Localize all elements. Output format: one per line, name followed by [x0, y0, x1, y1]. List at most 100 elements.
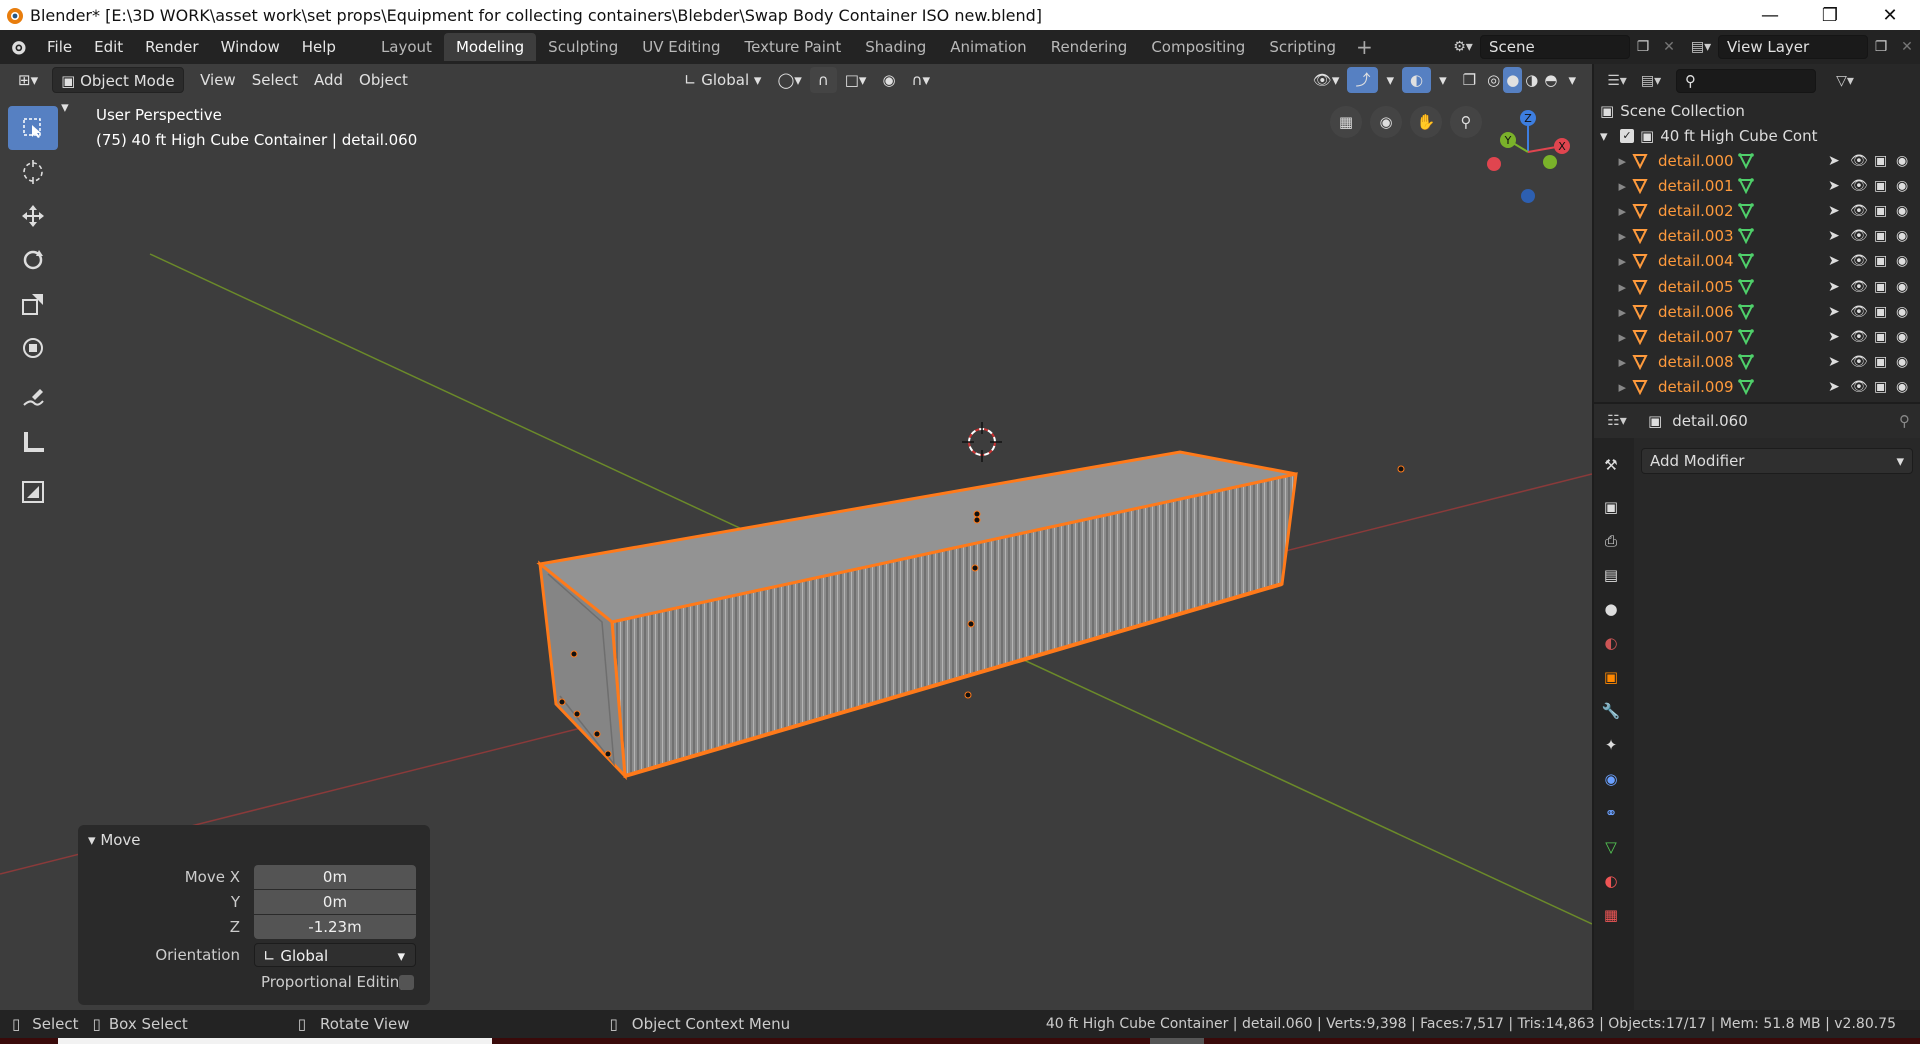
render-tab-icon[interactable]: ▣ [1594, 490, 1628, 524]
expand-arrow-icon[interactable]: ▸ [1594, 252, 1632, 270]
menu-window[interactable]: Window [210, 33, 291, 61]
tab-rendering[interactable]: Rendering [1039, 33, 1140, 61]
outliner-item[interactable]: ▸ detail.004 ➤ 👁 ▣ ◉ [1594, 249, 1920, 274]
expand-arrow-icon[interactable]: ▸ [1594, 227, 1632, 245]
expand-arrow-icon[interactable]: ▸ [1594, 353, 1632, 371]
tool-tab-icon[interactable]: ⚒ [1594, 448, 1628, 482]
monitor-icon[interactable]: ▣ [1874, 379, 1887, 395]
camera-icon[interactable]: ◉ [1370, 106, 1402, 138]
menu-object[interactable]: Object [351, 67, 416, 93]
selectable-arrow-icon[interactable]: ➤ [1828, 329, 1840, 345]
xray-icon[interactable]: ❐ [1455, 67, 1484, 93]
delete-view-layer-icon[interactable]: ✕ [1894, 35, 1920, 59]
restore-button[interactable]: ❐ [1800, 0, 1860, 30]
monitor-icon[interactable]: ▣ [1874, 304, 1887, 320]
outliner-search-input[interactable]: ⚲ [1676, 69, 1816, 93]
selectable-arrow-icon[interactable]: ➤ [1828, 253, 1840, 269]
outliner-item[interactable]: ▸ detail.000 ➤ 👁 ▣ ◉ [1594, 148, 1920, 173]
collection-row[interactable]: ▾ ✓ ▣ 40 ft High Cube Contai [1594, 123, 1920, 148]
material-shading-icon[interactable]: ◑ [1522, 67, 1541, 93]
eye-icon[interactable]: 👁 [1850, 329, 1868, 345]
outliner-item[interactable]: ▸ detail.007 ➤ 👁 ▣ ◉ [1594, 324, 1920, 349]
gizmo-toggle-icon[interactable]: ⤴ [1347, 67, 1379, 93]
outliner-item[interactable]: ▸ detail.003 ➤ 👁 ▣ ◉ [1594, 224, 1920, 249]
select-box-icon[interactable] [8, 106, 58, 150]
view-layer-browse-icon[interactable]: ▤▾ [1688, 35, 1714, 59]
eye-icon[interactable]: 👁 [1850, 153, 1868, 169]
visibility-icon[interactable]: 👁▾ [1305, 67, 1348, 93]
tab-scripting[interactable]: Scripting [1257, 33, 1348, 61]
expand-arrow-icon[interactable]: ▸ [1594, 328, 1632, 346]
rotate-icon[interactable] [8, 238, 58, 282]
outliner-item[interactable]: ▸ detail.005 ➤ 👁 ▣ ◉ [1594, 274, 1920, 299]
camera-render-icon[interactable]: ◉ [1896, 279, 1908, 295]
tab-animation[interactable]: Animation [938, 33, 1038, 61]
rendered-shading-icon[interactable]: ◓ [1541, 67, 1560, 93]
outliner-item[interactable]: ▸ detail.002 ➤ 👁 ▣ ◉ [1594, 198, 1920, 223]
monitor-icon[interactable]: ▣ [1874, 203, 1887, 219]
selectable-arrow-icon[interactable]: ➤ [1828, 279, 1840, 295]
material-tab-icon[interactable]: ◐ [1594, 864, 1628, 898]
expand-arrow-icon[interactable]: ▸ [1594, 177, 1632, 195]
shading-dropdown-icon[interactable]: ▾ [1560, 67, 1584, 93]
menu-view[interactable]: View [192, 67, 244, 93]
minimize-button[interactable]: — [1740, 0, 1800, 30]
eye-icon[interactable]: 👁 [1850, 279, 1868, 295]
camera-render-icon[interactable]: ◉ [1896, 153, 1908, 169]
monitor-icon[interactable]: ▣ [1874, 329, 1887, 345]
expand-arrow-icon[interactable]: ▸ [1594, 152, 1632, 170]
new-scene-icon[interactable]: ❐ [1630, 35, 1656, 59]
tab-compositing[interactable]: Compositing [1139, 33, 1257, 61]
expand-arrow-icon[interactable]: ▸ [1594, 378, 1632, 396]
eye-icon[interactable]: 👁 [1850, 253, 1868, 269]
world-tab-icon[interactable]: ◐ [1594, 626, 1628, 660]
move-x-field[interactable]: 0m [254, 865, 416, 889]
scene-tab-icon[interactable]: ● [1594, 592, 1628, 626]
hand-icon[interactable]: ✋ [1410, 106, 1442, 138]
mesh-data-icon[interactable] [1738, 379, 1754, 396]
expand-arrow-icon[interactable]: ▾ [1600, 127, 1616, 145]
tab-sculpting[interactable]: Sculpting [536, 33, 630, 61]
camera-render-icon[interactable]: ◉ [1896, 354, 1908, 370]
wrench-icon[interactable]: 🔧 [1594, 694, 1628, 728]
camera-render-icon[interactable]: ◉ [1896, 203, 1908, 219]
orientation-select[interactable]: ∟ Global ▾ [254, 943, 416, 967]
add-modifier-dropdown[interactable]: Add Modifier ▾ [1641, 448, 1913, 474]
selectable-arrow-icon[interactable]: ➤ [1828, 153, 1840, 169]
axis-gizmo[interactable]: Z Y X [1478, 104, 1574, 204]
move-icon[interactable] [8, 194, 58, 238]
expand-arrow-icon[interactable]: ▸ [1594, 303, 1632, 321]
expand-arrow-icon[interactable]: ▸ [1594, 278, 1632, 296]
eye-icon[interactable]: 👁 [1850, 304, 1868, 320]
camera-render-icon[interactable]: ◉ [1896, 253, 1908, 269]
monitor-icon[interactable]: ▣ [1874, 253, 1887, 269]
expand-arrow-icon[interactable]: ▸ [1594, 202, 1632, 220]
3d-viewport[interactable]: ⊞▾ ▣ Object Mode ▾ View Select Add Objec… [0, 64, 1592, 1010]
selectable-arrow-icon[interactable]: ➤ [1828, 379, 1840, 395]
output-tab-icon[interactable]: ⎙ [1594, 524, 1628, 558]
tab-uv-editing[interactable]: UV Editing [630, 33, 732, 61]
outliner-item[interactable]: ▸ detail.006 ➤ 👁 ▣ ◉ [1594, 299, 1920, 324]
object-tab-icon[interactable]: ▣ [1594, 660, 1628, 694]
snap-icon[interactable]: ∩ [809, 67, 837, 93]
menu-render[interactable]: Render [134, 33, 209, 61]
blender-menu-icon[interactable] [0, 37, 36, 57]
move-y-field[interactable]: 0m [254, 890, 416, 914]
eye-icon[interactable]: 👁 [1850, 379, 1868, 395]
mode-dropdown[interactable]: ▣ Object Mode ▾ [52, 67, 185, 116]
transform-icon[interactable] [8, 326, 58, 370]
monitor-icon[interactable]: ▣ [1874, 153, 1887, 169]
scene-field[interactable]: Scene [1480, 35, 1630, 59]
physics-tab-icon[interactable]: ◉ [1594, 762, 1628, 796]
display-mode-icon[interactable]: ▤▾ [1638, 69, 1664, 93]
view-layer-field[interactable]: View Layer [1718, 35, 1868, 59]
tab-texture-paint[interactable]: Texture Paint [732, 33, 853, 61]
mesh-data-icon[interactable] [1738, 278, 1754, 295]
filter-icon[interactable]: ▽▾ [1832, 69, 1858, 93]
mesh-data-icon[interactable] [1738, 177, 1754, 194]
mesh-data-icon[interactable] [1738, 203, 1754, 219]
mesh-data-icon[interactable] [1738, 303, 1754, 320]
delete-scene-icon[interactable]: ✕ [1656, 35, 1682, 59]
camera-render-icon[interactable]: ◉ [1896, 228, 1908, 244]
move-z-field[interactable]: -1.23m [254, 915, 416, 939]
